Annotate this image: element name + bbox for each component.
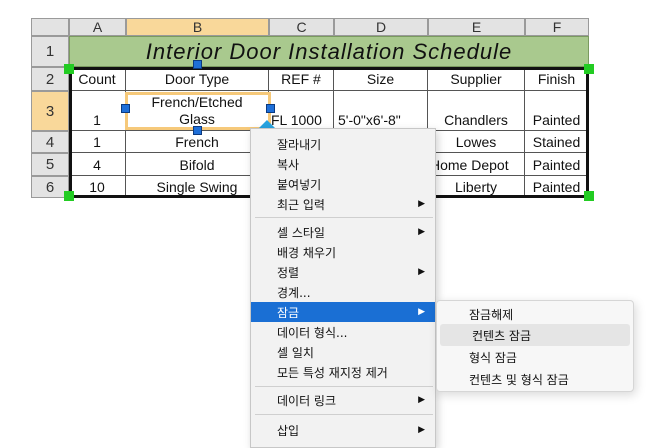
menu-separator (255, 217, 433, 218)
sheet-corner (31, 18, 69, 36)
context-menu: 잘라내기 복사 붙여넣기 최근 입력 ▶ 셀 스타일 ▶ 배경 채우기 정렬 ▶ 경계… (250, 128, 436, 448)
table-cell-f5[interactable]: Painted (525, 153, 589, 176)
menu-item-paste[interactable]: 붙여넣기 (251, 174, 435, 194)
submenu-arrow-icon: ▶ (418, 395, 425, 405)
table-cell-e4[interactable]: Lowes (428, 131, 525, 153)
table-cell-e5[interactable]: Home Depot (428, 153, 525, 176)
column-grip-top[interactable] (193, 60, 202, 69)
menu-item-match-cell[interactable]: 셀 일치 (251, 342, 435, 362)
table-cell-b5[interactable]: Bifold (126, 153, 269, 176)
menu-item-insert[interactable]: 삽입 ▶ (251, 420, 435, 440)
menu-item-recent-input[interactable]: 최근 입력 ▶ (251, 194, 435, 214)
col-header-b[interactable]: B (126, 18, 269, 36)
col-header-e[interactable]: E (428, 18, 525, 36)
table-cell-d3[interactable]: 5'-0"x6'-8" (334, 91, 428, 131)
menu-item-alignment[interactable]: 정렬 ▶ (251, 262, 435, 282)
col-header-c[interactable]: C (269, 18, 334, 36)
table-cell-f6[interactable]: Painted (525, 176, 589, 198)
submenu-arrow-icon: ▶ (418, 425, 425, 435)
menu-separator (255, 386, 433, 387)
submenu-item-content-lock[interactable]: 컨텐츠 잠금 (440, 324, 630, 346)
row-header-4[interactable]: 4 (31, 131, 69, 153)
table-cell-a6[interactable]: 10 (69, 176, 126, 198)
submenu-arrow-icon: ▶ (418, 267, 425, 277)
menu-item-data-link[interactable]: 데이터 링크 ▶ (251, 390, 435, 410)
header-cell-count[interactable]: Count (69, 67, 126, 91)
row-header-1[interactable]: 1 (31, 36, 69, 67)
menu-item-data-format[interactable]: 데이터 형식... (251, 322, 435, 342)
table-cell-b6[interactable]: Single Swing (126, 176, 269, 198)
cell-grip-right[interactable] (266, 104, 275, 113)
menu-item-locking[interactable]: 잠금 ▶ (251, 302, 435, 322)
locking-submenu: 잠금해제 컨텐츠 잠금 형식 잠금 컨텐츠 및 형식 잠금 (436, 300, 634, 392)
table-cell-e3[interactable]: Chandlers (428, 91, 525, 131)
table-grip-bottom-left[interactable] (64, 191, 74, 201)
cell-b3-line1: French/Etched (151, 94, 243, 110)
menu-item-cut[interactable]: 잘라내기 (251, 134, 435, 154)
table-cell-f4[interactable]: Stained (525, 131, 589, 153)
table-cell-a4[interactable]: 1 (69, 131, 126, 153)
menu-item-cell-style[interactable]: 셀 스타일 ▶ (251, 222, 435, 242)
col-header-a[interactable]: A (69, 18, 126, 36)
table-cell-e6[interactable]: Liberty (428, 176, 525, 198)
header-cell-door-type[interactable]: Door Type (126, 67, 269, 91)
submenu-arrow-icon: ▶ (418, 227, 425, 237)
cell-grip-bottom[interactable] (193, 126, 202, 135)
row-header-3[interactable]: 3 (31, 91, 69, 131)
table-grip-bottom-right[interactable] (584, 191, 594, 201)
table-grip-top-left[interactable] (64, 64, 74, 74)
table-cell-f3[interactable]: Painted (525, 91, 589, 131)
header-cell-size[interactable]: Size (334, 67, 428, 91)
menu-item-borders[interactable]: 경계... (251, 282, 435, 302)
table-cell-b3[interactable]: French/Etched Glass (126, 91, 269, 131)
col-header-d[interactable]: D (334, 18, 428, 36)
submenu-item-format-lock[interactable]: 형식 잠금 (437, 346, 633, 368)
menu-separator (255, 414, 433, 415)
header-cell-finish[interactable]: Finish (525, 67, 589, 91)
menu-item-copy[interactable]: 복사 (251, 154, 435, 174)
submenu-item-content-format-lock[interactable]: 컨텐츠 및 형식 잠금 (437, 368, 633, 390)
table-cell-a3[interactable]: 1 (69, 91, 126, 131)
header-cell-ref[interactable]: REF # (269, 67, 334, 91)
menu-item-remove-overrides[interactable]: 모든 특성 재지정 제거 (251, 362, 435, 382)
cell-grip-left[interactable] (121, 104, 130, 113)
submenu-arrow-icon: ▶ (418, 307, 425, 317)
header-cell-supplier[interactable]: Supplier (428, 67, 525, 91)
submenu-arrow-icon: ▶ (418, 199, 425, 209)
col-header-f[interactable]: F (525, 18, 589, 36)
table-title[interactable]: Interior Door Installation Schedule (69, 36, 589, 67)
submenu-item-unlock[interactable]: 잠금해제 (437, 303, 633, 325)
table-cell-c3[interactable]: FL 1000 (269, 91, 334, 131)
menu-item-background-fill[interactable]: 배경 채우기 (251, 242, 435, 262)
row-header-5[interactable]: 5 (31, 153, 69, 176)
table-cell-a5[interactable]: 4 (69, 153, 126, 176)
table-grip-top-right[interactable] (584, 64, 594, 74)
